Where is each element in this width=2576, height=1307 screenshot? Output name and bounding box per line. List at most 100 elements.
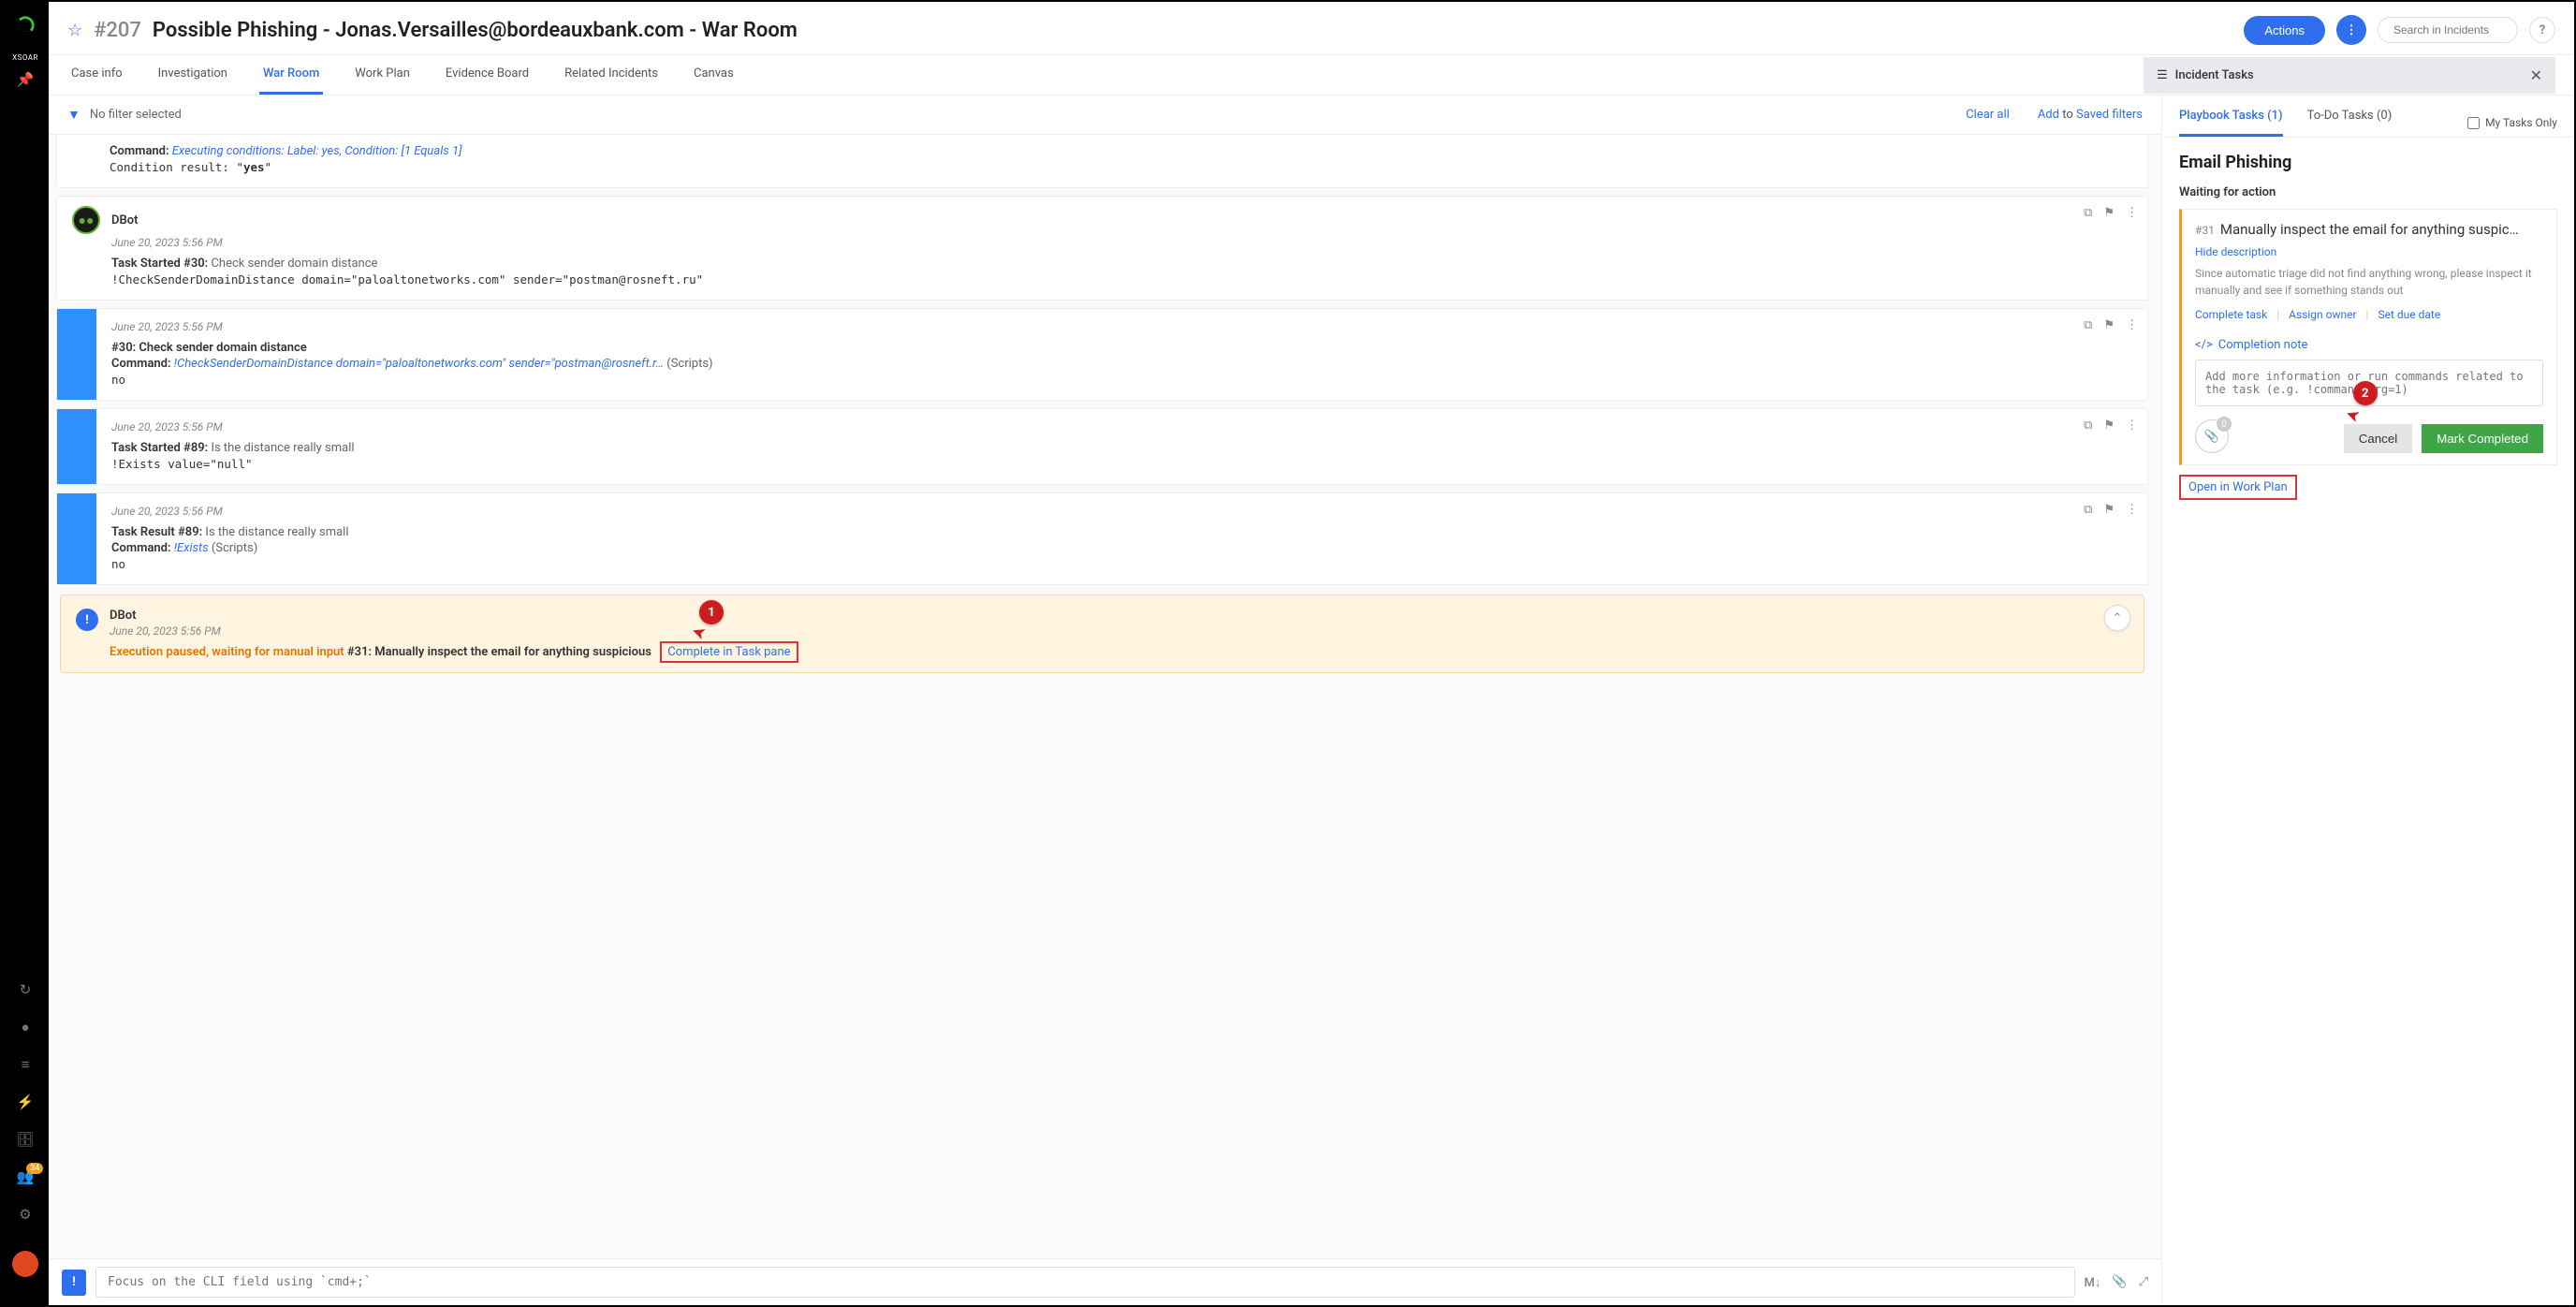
star-icon[interactable]: ☆	[67, 21, 82, 40]
war-room-feed[interactable]: Command: Executing conditions: Label: ye…	[49, 135, 2161, 1258]
task-number: #31	[2195, 224, 2215, 237]
paused-message: Execution paused, waiting for manual inp…	[110, 645, 344, 659]
clear-all-link[interactable]: Clear all	[1966, 108, 2010, 122]
copy-icon[interactable]: ⧉	[2084, 206, 2092, 220]
task-title: Manually inspect the email for anything …	[2220, 221, 2519, 238]
playbook-title: Email Phishing	[2179, 153, 2557, 172]
pin-icon[interactable]: 📌	[17, 71, 35, 88]
incident-id: #207	[94, 19, 141, 42]
cli-bar: ! M↓ 📎 ⤢	[49, 1258, 2161, 1305]
copy-icon[interactable]: ⧉	[2084, 318, 2092, 332]
entry-stripe	[57, 493, 96, 584]
entry-timestamp: June 20, 2023 5:56 PM	[111, 320, 2132, 333]
hide-description-link[interactable]: Hide description	[2195, 245, 2276, 258]
tasks-panel-header: ☰ Incident Tasks ✕	[2144, 57, 2555, 94]
cli-input[interactable]	[95, 1267, 2075, 1298]
xsoar-logo-icon[interactable]	[11, 11, 39, 39]
entry-timestamp: June 20, 2023 5:56 PM	[111, 505, 2132, 518]
callout-2: 2	[2353, 381, 2378, 405]
expand-icon[interactable]: ⤢	[2139, 1275, 2148, 1289]
tab-investigation[interactable]: Investigation	[154, 55, 231, 95]
help-button[interactable]: ?	[2529, 17, 2555, 43]
left-sidebar: XSOAR 📌 ↻ ● ≡ ⚡ 🗄 👥34 ⚙	[2, 2, 49, 1305]
entry-stripe	[57, 409, 96, 484]
actions-button[interactable]: Actions	[2244, 16, 2325, 45]
tab-playbook-tasks[interactable]: Playbook Tasks (1)	[2179, 109, 2283, 137]
paused-entry: ⌃ ! DBot June 20, 2023 5:56 PM Execution…	[60, 595, 2144, 673]
feed-entry: ⧉⚑⋮ June 20, 2023 5:56 PM Task Started #…	[56, 408, 2148, 485]
flag-icon[interactable]: ⚑	[2103, 318, 2115, 332]
attachment-icon[interactable]: 📎	[2112, 1275, 2127, 1289]
feed-entry: ⧉⚑⋮ ●● DBot June 20, 2023 5:56 PM Task S…	[56, 196, 2148, 301]
complete-in-task-pane-link[interactable]: Complete in Task pane	[660, 641, 798, 663]
list-icon: ☰	[2157, 68, 2168, 82]
page-header: ☆ #207 Possible Phishing - Jonas.Versail…	[49, 2, 2574, 55]
entry-stripe	[57, 309, 96, 400]
entry-timestamp: June 20, 2023 5:56 PM	[110, 624, 2116, 638]
tab-related-incidents[interactable]: Related Incidents	[561, 55, 662, 95]
entry-author: DBot	[111, 213, 138, 228]
cancel-button[interactable]: Cancel	[2344, 424, 2413, 453]
tab-case-info[interactable]: Case info	[67, 55, 126, 95]
incident-tasks-panel: Playbook Tasks (1) To-Do Tasks (0) My Ta…	[2162, 95, 2574, 1305]
filter-bar: ▼ No filter selected Clear all Add to Sa…	[49, 95, 2161, 135]
my-tasks-checkbox[interactable]: My Tasks Only	[2467, 116, 2557, 129]
incident-tabs: Case info Investigation War Room Work Pl…	[49, 55, 2574, 95]
tab-canvas[interactable]: Canvas	[690, 55, 738, 95]
cli-badge-icon[interactable]: !	[62, 1270, 86, 1296]
kebab-icon[interactable]: ⋮	[2126, 503, 2138, 517]
community-icon[interactable]: 👥34	[17, 1168, 35, 1185]
more-menu-button[interactable]: ⋮	[2336, 15, 2366, 45]
tab-todo-tasks[interactable]: To-Do Tasks (0)	[2307, 109, 2393, 137]
entry-timestamp: June 20, 2023 5:56 PM	[111, 236, 2132, 249]
history-icon[interactable]: ↻	[20, 981, 32, 998]
dbot-avatar-icon: ●●	[72, 206, 100, 234]
markdown-toggle[interactable]: M↓	[2085, 1275, 2101, 1290]
copy-icon[interactable]: ⧉	[2084, 419, 2092, 433]
mark-completed-button[interactable]: Mark Completed	[2422, 424, 2543, 453]
flag-icon[interactable]: ⚑	[2103, 206, 2115, 220]
set-due-date-link[interactable]: Set due date	[2378, 308, 2440, 321]
code-icon: </>	[2195, 338, 2213, 352]
kebab-icon[interactable]: ⋮	[2126, 318, 2138, 332]
callout-1: 1	[699, 600, 724, 624]
kebab-icon[interactable]: ⋮	[2126, 419, 2138, 433]
filter-icon[interactable]: ▼	[67, 107, 80, 123]
incident-title: Possible Phishing - Jonas.Versailles@bor…	[153, 19, 2232, 42]
feed-entry: ⧉⚑⋮ June 20, 2023 5:56 PM #30: Check sen…	[56, 308, 2148, 401]
flag-icon[interactable]: ⚑	[2103, 503, 2115, 517]
task-description: Since automatic triage did not find anyt…	[2195, 265, 2543, 299]
feed-entry: Command: Executing conditions: Label: ye…	[56, 135, 2148, 188]
entry-timestamp: June 20, 2023 5:56 PM	[111, 420, 2132, 433]
close-icon[interactable]: ✕	[2530, 66, 2542, 84]
war-room-column: ▼ No filter selected Clear all Add to Sa…	[49, 95, 2162, 1305]
complete-task-link[interactable]: Complete task	[2195, 308, 2267, 321]
open-in-work-plan-link[interactable]: Open in Work Plan	[2179, 475, 2297, 500]
assign-owner-link[interactable]: Assign owner	[2289, 308, 2356, 321]
saved-filters-link[interactable]: Saved filters	[2076, 108, 2143, 122]
sliders-icon[interactable]: ≡	[22, 1056, 30, 1073]
tab-evidence-board[interactable]: Evidence Board	[442, 55, 533, 95]
user-avatar[interactable]	[12, 1251, 38, 1277]
tasks-panel-title: Incident Tasks	[2175, 68, 2254, 82]
kebab-icon[interactable]: ⋮	[2126, 206, 2138, 220]
tab-work-plan[interactable]: Work Plan	[351, 55, 414, 95]
search-input[interactable]	[2378, 17, 2518, 43]
completion-note-label: Completion note	[2218, 338, 2308, 352]
info-icon: !	[76, 609, 98, 631]
copy-icon[interactable]: ⧉	[2084, 503, 2092, 517]
add-filter-link[interactable]: Add	[2038, 108, 2059, 122]
entry-author: DBot	[110, 609, 2116, 623]
task-card: #31 Manually inspect the email for anythi…	[2179, 209, 2557, 465]
scroll-up-button[interactable]: ⌃	[2104, 605, 2130, 631]
filter-text: No filter selected	[90, 108, 182, 122]
flag-icon[interactable]: ⚑	[2103, 419, 2115, 433]
briefcase-icon[interactable]: 🗄	[16, 1131, 34, 1148]
feed-entry: ⧉⚑⋮ June 20, 2023 5:56 PM Task Result #8…	[56, 492, 2148, 585]
attachment-button[interactable]: 📎0	[2195, 419, 2229, 453]
bolt-icon[interactable]: ⚡	[17, 1094, 35, 1110]
section-waiting: Waiting for action	[2179, 185, 2557, 199]
gear-icon[interactable]: ⚙	[19, 1206, 31, 1223]
bomb-icon[interactable]: ●	[21, 1019, 29, 1035]
tab-war-room[interactable]: War Room	[259, 55, 323, 95]
